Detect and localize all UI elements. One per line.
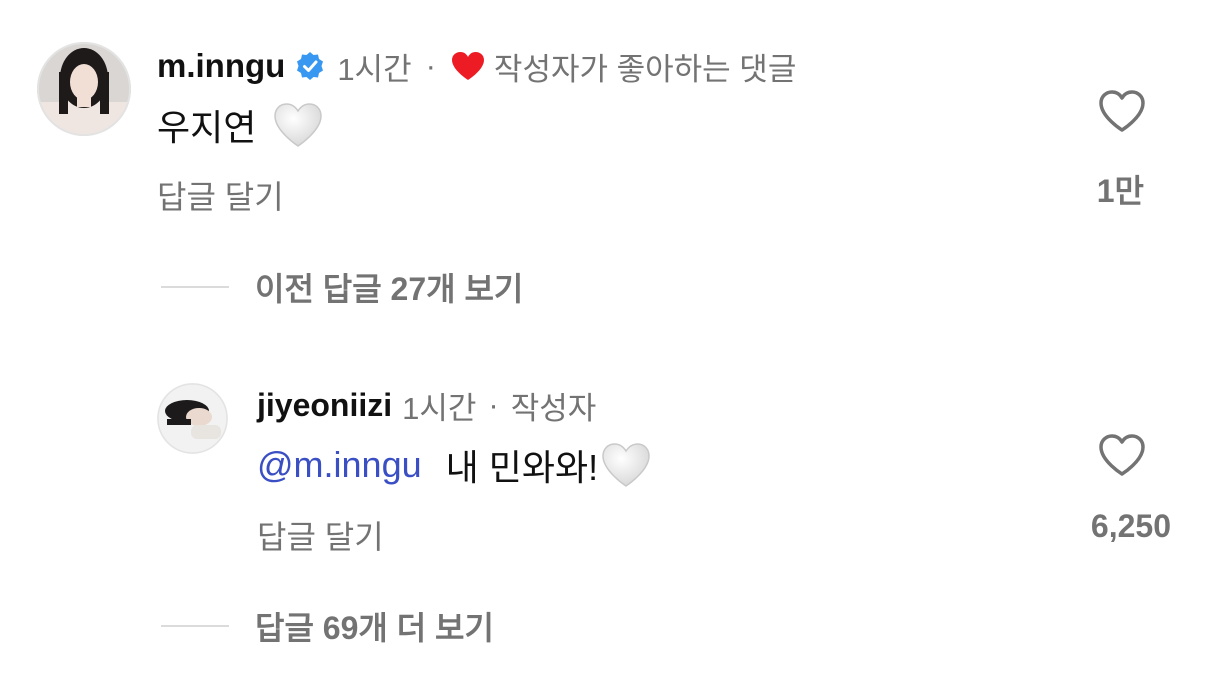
comment-thread: m.inngu 1시간 · 작성자가 좋아하는 댓글 우지연 답글 달기 1만 …: [0, 0, 1206, 699]
author-liked-label: 작성자가 좋아하는 댓글: [493, 51, 797, 87]
heart-outline-icon[interactable]: [1097, 88, 1147, 134]
red-heart-icon: [450, 50, 486, 82]
divider-line: [161, 625, 229, 627]
avatar-m-inngu[interactable]: [37, 42, 131, 136]
view-previous-label: 이전 답글 27개 보기: [255, 271, 524, 307]
view-more-label: 답글 69개 더 보기: [255, 610, 494, 646]
author-badge: 작성자: [510, 390, 597, 426]
view-more-replies[interactable]: 답글 69개 더 보기: [161, 607, 494, 646]
heart-outline-icon[interactable]: [1097, 432, 1147, 478]
comment-text: 우지연: [157, 98, 324, 152]
separator: ·: [425, 48, 436, 83]
divider-line: [161, 286, 229, 288]
comment-text-content: 내 민와와!: [445, 447, 599, 488]
username[interactable]: m.inngu: [157, 47, 285, 85]
like-count[interactable]: 6,250: [1091, 508, 1171, 545]
reply-button[interactable]: 답글 달기: [157, 172, 284, 218]
reply-button[interactable]: 답글 달기: [257, 512, 384, 558]
verified-badge-icon: [295, 51, 325, 81]
comment-time: 1시간: [337, 51, 412, 87]
comment-header: jiyeoniizi 1시간 · 작성자: [257, 385, 597, 426]
separator: ·: [488, 387, 499, 422]
white-heart-emoji: [272, 101, 324, 149]
comment-text: @m.inngu 내 민와와!: [257, 438, 652, 492]
avatar-jiyeoniizi[interactable]: [157, 383, 228, 454]
white-heart-emoji: [600, 441, 652, 489]
view-previous-replies[interactable]: 이전 답글 27개 보기: [161, 268, 523, 307]
like-count[interactable]: 1만: [1097, 166, 1144, 212]
comment-header: m.inngu 1시간 · 작성자가 좋아하는 댓글: [157, 46, 797, 87]
comment-text-content: 우지연: [157, 107, 257, 148]
comment-time: 1시간: [402, 390, 477, 426]
username[interactable]: jiyeoniizi: [257, 387, 392, 424]
mention-link[interactable]: @m.inngu: [257, 444, 422, 486]
